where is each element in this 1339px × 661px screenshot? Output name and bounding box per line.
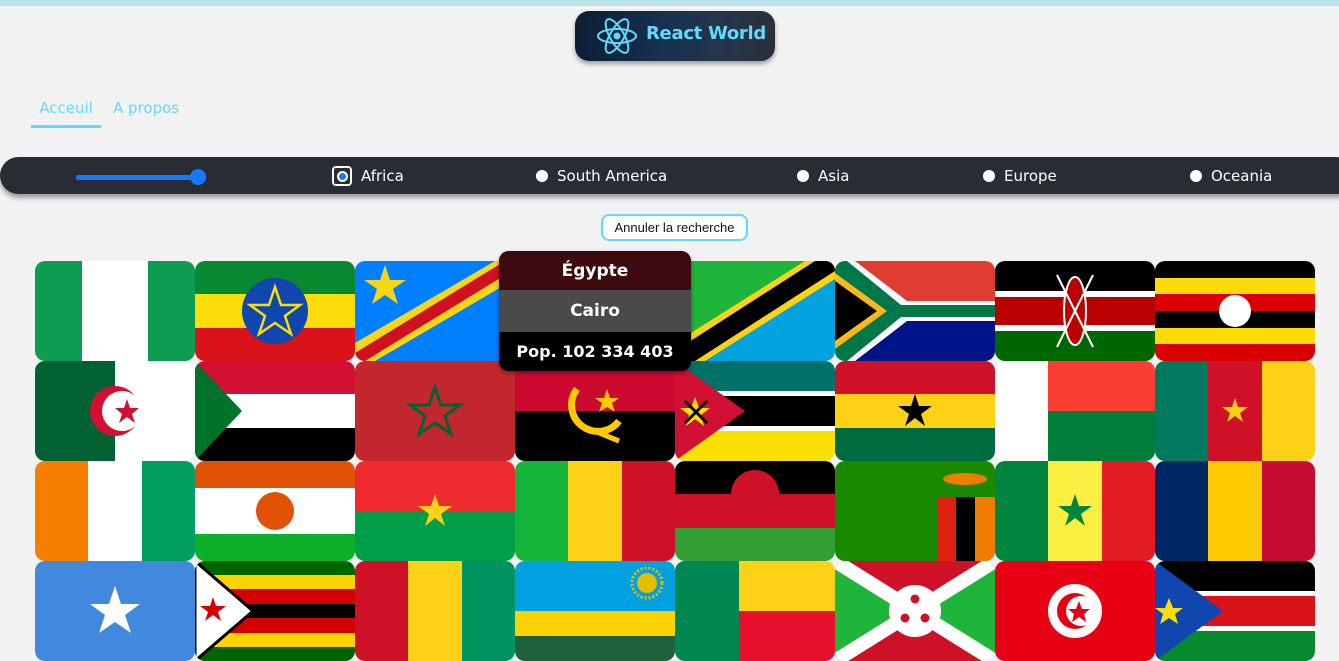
uganda-flag[interactable]	[1155, 261, 1315, 361]
algeria-flag[interactable]	[35, 361, 195, 461]
sudan-flag[interactable]	[195, 361, 355, 461]
radio-button[interactable]	[1190, 170, 1202, 182]
south-sudan-flag[interactable]	[1155, 561, 1315, 661]
country-tooltip: Égypte Cairo Pop. 102 334 403	[499, 251, 691, 371]
tanzania-flag[interactable]	[675, 261, 835, 361]
madagascar-flag[interactable]	[995, 361, 1155, 461]
radio-label: Asia	[818, 167, 850, 185]
radio-label: South America	[557, 167, 668, 185]
tooltip-capital: Cairo	[499, 290, 691, 332]
nigeria-flag[interactable]	[35, 261, 195, 361]
rwanda-flag[interactable]	[515, 561, 675, 661]
somalia-flag[interactable]	[35, 561, 195, 661]
radio-europe[interactable]: Europe	[983, 166, 1057, 186]
radio-asia[interactable]: Asia	[797, 166, 849, 186]
chad-flag[interactable]	[1155, 461, 1315, 561]
benin-flag[interactable]	[675, 561, 835, 661]
zambia-flag[interactable]	[835, 461, 995, 561]
tooltip-population: Pop. 102 334 403	[499, 332, 691, 371]
zimbabwe-flag[interactable]	[195, 561, 355, 661]
angola-flag[interactable]	[515, 361, 675, 461]
radio-south-america[interactable]: South America	[536, 166, 667, 186]
dr-congo-flag[interactable]	[355, 261, 515, 361]
radio-oceania[interactable]: Oceania	[1190, 166, 1272, 186]
radio-label: Europe	[1004, 167, 1057, 185]
tooltip-country-name: Égypte	[499, 251, 691, 290]
morocco-flag[interactable]	[355, 361, 515, 461]
slider-thumb[interactable]	[190, 169, 206, 185]
logo-text: React World	[646, 23, 766, 44]
radio-button[interactable]	[332, 166, 352, 186]
mozambique-flag[interactable]	[675, 361, 835, 461]
mali-flag[interactable]	[515, 461, 675, 561]
react-world-logo[interactable]: React World	[575, 11, 775, 61]
malawi-flag[interactable]	[675, 461, 835, 561]
nav-about-link[interactable]: A propos	[113, 99, 179, 117]
south-africa-flag[interactable]	[835, 261, 995, 361]
slider-track	[76, 175, 202, 180]
burundi-flag[interactable]	[835, 561, 995, 661]
radio-africa[interactable]: Africa	[332, 166, 404, 186]
guinea-flag[interactable]	[355, 561, 515, 661]
cameroon-flag[interactable]	[1155, 361, 1315, 461]
radio-button[interactable]	[797, 170, 809, 182]
country-count-slider[interactable]	[76, 169, 206, 185]
react-atom-icon	[597, 18, 637, 54]
radio-label: Oceania	[1211, 167, 1273, 185]
ivory-coast-flag[interactable]	[35, 461, 195, 561]
ghana-flag[interactable]	[835, 361, 995, 461]
niger-flag[interactable]	[195, 461, 355, 561]
radio-button[interactable]	[983, 170, 995, 182]
kenya-flag[interactable]	[995, 261, 1155, 361]
radio-button[interactable]	[536, 170, 548, 182]
top-accent-bar	[0, 0, 1339, 6]
senegal-flag[interactable]	[995, 461, 1155, 561]
tunisia-flag[interactable]	[995, 561, 1155, 661]
ethiopia-flag[interactable]	[195, 261, 355, 361]
nav-home-link[interactable]: Acceuil	[31, 99, 101, 128]
radio-label: Africa	[361, 167, 404, 185]
cancel-search-button[interactable]: Annuler la recherche	[601, 214, 748, 241]
burkina-faso-flag[interactable]	[355, 461, 515, 561]
